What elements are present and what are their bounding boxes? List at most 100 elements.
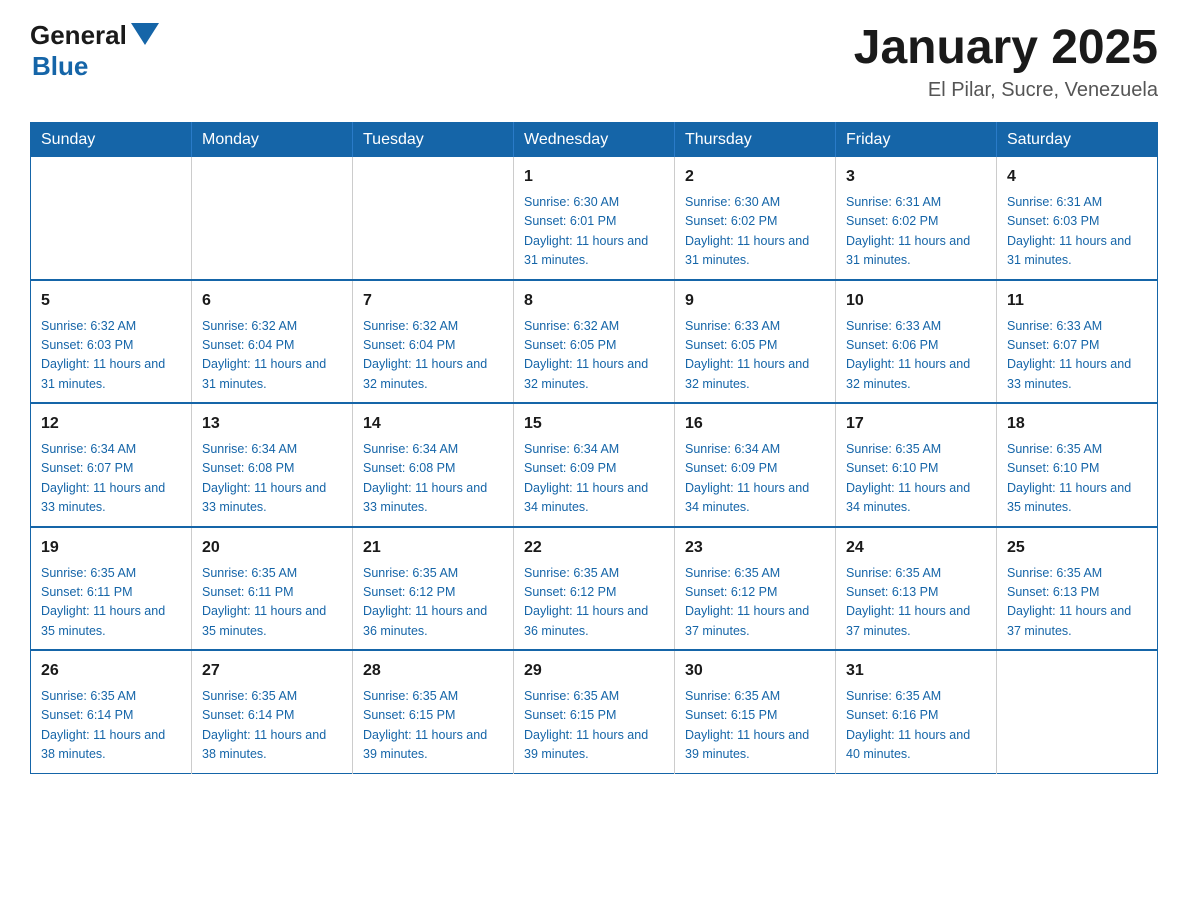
day-info: Sunrise: 6:33 AMSunset: 6:07 PMDaylight:… (1007, 317, 1147, 395)
day-info: Sunrise: 6:35 AMSunset: 6:10 PMDaylight:… (1007, 440, 1147, 518)
calendar-cell: 17 Sunrise: 6:35 AMSunset: 6:10 PMDayligh… (836, 403, 997, 527)
calendar-cell: 30 Sunrise: 6:35 AMSunset: 6:15 PMDayligh… (675, 650, 836, 773)
calendar-cell: 5 Sunrise: 6:32 AMSunset: 6:03 PMDaylight… (31, 280, 192, 404)
location-title: El Pilar, Sucre, Venezuela (854, 79, 1158, 102)
calendar-cell (192, 157, 353, 280)
calendar-cell: 24Sunrise: 6:35 AMSunset: 6:13 PMDayligh… (836, 527, 997, 651)
day-info: Sunrise: 6:32 AMSunset: 6:04 PMDaylight:… (202, 317, 342, 395)
day-number: 9 (685, 289, 825, 313)
logo-blue-text: Blue (32, 51, 159, 82)
day-info: Sunrise: 6:35 AMSunset: 6:14 PMDaylight:… (202, 687, 342, 765)
logo-triangle-icon (131, 23, 159, 45)
day-number: 14 (363, 412, 503, 436)
calendar-header-row: SundayMondayTuesdayWednesdayThursdayFrid… (31, 123, 1158, 158)
day-number: 2 (685, 165, 825, 189)
calendar-cell: 21 Sunrise: 6:35 AMSunset: 6:12 PMDayligh… (353, 527, 514, 651)
logo: General Blue (30, 20, 159, 82)
calendar-cell: 28Sunrise: 6:35 AMSunset: 6:15 PMDayligh… (353, 650, 514, 773)
calendar-cell: 8Sunrise: 6:32 AMSunset: 6:05 PMDaylight… (514, 280, 675, 404)
calendar-week-2: 5 Sunrise: 6:32 AMSunset: 6:03 PMDaylight… (31, 280, 1158, 404)
day-info: Sunrise: 6:35 AMSunset: 6:10 PMDaylight:… (846, 440, 986, 518)
calendar-cell: 19 Sunrise: 6:35 AMSunset: 6:11 PMDayligh… (31, 527, 192, 651)
day-info: Sunrise: 6:35 AMSunset: 6:11 PMDaylight:… (202, 564, 342, 642)
day-info: Sunrise: 6:34 AMSunset: 6:08 PMDaylight:… (202, 440, 342, 518)
day-info: Sunrise: 6:35 AMSunset: 6:15 PMDaylight:… (524, 687, 664, 765)
calendar-cell: 15 Sunrise: 6:34 AMSunset: 6:09 PMDayligh… (514, 403, 675, 527)
day-info: Sunrise: 6:32 AMSunset: 6:04 PMDaylight:… (363, 317, 503, 395)
day-number: 25 (1007, 536, 1147, 560)
day-info: Sunrise: 6:32 AMSunset: 6:03 PMDaylight:… (41, 317, 181, 395)
day-number: 10 (846, 289, 986, 313)
calendar-cell: 25 Sunrise: 6:35 AMSunset: 6:13 PMDayligh… (997, 527, 1158, 651)
calendar-cell (997, 650, 1158, 773)
calendar-week-5: 26 Sunrise: 6:35 AMSunset: 6:14 PMDayligh… (31, 650, 1158, 773)
day-info: Sunrise: 6:35 AMSunset: 6:13 PMDaylight:… (1007, 564, 1147, 642)
day-info: Sunrise: 6:34 AMSunset: 6:09 PMDaylight:… (685, 440, 825, 518)
day-number: 22 (524, 536, 664, 560)
calendar-cell: 20 Sunrise: 6:35 AMSunset: 6:11 PMDayligh… (192, 527, 353, 651)
day-number: 29 (524, 659, 664, 683)
day-info: Sunrise: 6:33 AMSunset: 6:05 PMDaylight:… (685, 317, 825, 395)
calendar-cell: 10 Sunrise: 6:33 AMSunset: 6:06 PMDayligh… (836, 280, 997, 404)
month-title: January 2025 (854, 20, 1158, 75)
day-info: Sunrise: 6:35 AMSunset: 6:15 PMDaylight:… (685, 687, 825, 765)
day-info: Sunrise: 6:35 AMSunset: 6:15 PMDaylight:… (363, 687, 503, 765)
calendar-cell: 11 Sunrise: 6:33 AMSunset: 6:07 PMDayligh… (997, 280, 1158, 404)
calendar-cell: 23 Sunrise: 6:35 AMSunset: 6:12 PMDayligh… (675, 527, 836, 651)
calendar-cell: 6 Sunrise: 6:32 AMSunset: 6:04 PMDaylight… (192, 280, 353, 404)
header-monday: Monday (192, 123, 353, 158)
day-number: 12 (41, 412, 181, 436)
title-section: January 2025 El Pilar, Sucre, Venezuela (854, 20, 1158, 102)
day-number: 24 (846, 536, 986, 560)
day-info: Sunrise: 6:35 AMSunset: 6:12 PMDaylight:… (685, 564, 825, 642)
calendar-table: SundayMondayTuesdayWednesdayThursdayFrid… (30, 122, 1158, 774)
day-number: 19 (41, 536, 181, 560)
header-tuesday: Tuesday (353, 123, 514, 158)
day-number: 13 (202, 412, 342, 436)
day-info: Sunrise: 6:33 AMSunset: 6:06 PMDaylight:… (846, 317, 986, 395)
day-number: 30 (685, 659, 825, 683)
calendar-cell: 2 Sunrise: 6:30 AMSunset: 6:02 PMDaylight… (675, 157, 836, 280)
day-info: Sunrise: 6:35 AMSunset: 6:12 PMDaylight:… (363, 564, 503, 642)
calendar-cell: 1 Sunrise: 6:30 AMSunset: 6:01 PMDaylight… (514, 157, 675, 280)
header-friday: Friday (836, 123, 997, 158)
day-info: Sunrise: 6:35 AMSunset: 6:14 PMDaylight:… (41, 687, 181, 765)
day-number: 1 (524, 165, 664, 189)
calendar-cell (31, 157, 192, 280)
day-info: Sunrise: 6:32 AMSunset: 6:05 PMDaylight:… (524, 317, 664, 395)
header-sunday: Sunday (31, 123, 192, 158)
calendar-cell: 16Sunrise: 6:34 AMSunset: 6:09 PMDayligh… (675, 403, 836, 527)
calendar-cell: 29 Sunrise: 6:35 AMSunset: 6:15 PMDayligh… (514, 650, 675, 773)
calendar-cell: 3Sunrise: 6:31 AMSunset: 6:02 PMDaylight… (836, 157, 997, 280)
day-number: 26 (41, 659, 181, 683)
day-number: 18 (1007, 412, 1147, 436)
day-number: 23 (685, 536, 825, 560)
calendar-cell: 12 Sunrise: 6:34 AMSunset: 6:07 PMDayligh… (31, 403, 192, 527)
day-info: Sunrise: 6:30 AMSunset: 6:01 PMDaylight:… (524, 193, 664, 271)
header-thursday: Thursday (675, 123, 836, 158)
day-info: Sunrise: 6:35 AMSunset: 6:11 PMDaylight:… (41, 564, 181, 642)
calendar-cell: 7 Sunrise: 6:32 AMSunset: 6:04 PMDaylight… (353, 280, 514, 404)
calendar-cell: 26 Sunrise: 6:35 AMSunset: 6:14 PMDayligh… (31, 650, 192, 773)
day-info: Sunrise: 6:34 AMSunset: 6:07 PMDaylight:… (41, 440, 181, 518)
day-info: Sunrise: 6:34 AMSunset: 6:09 PMDaylight:… (524, 440, 664, 518)
day-number: 17 (846, 412, 986, 436)
calendar-week-4: 19 Sunrise: 6:35 AMSunset: 6:11 PMDayligh… (31, 527, 1158, 651)
calendar-cell (353, 157, 514, 280)
day-number: 4 (1007, 165, 1147, 189)
day-number: 7 (363, 289, 503, 313)
calendar-cell: 22Sunrise: 6:35 AMSunset: 6:12 PMDayligh… (514, 527, 675, 651)
day-number: 6 (202, 289, 342, 313)
day-number: 15 (524, 412, 664, 436)
calendar-cell: 31Sunrise: 6:35 AMSunset: 6:16 PMDayligh… (836, 650, 997, 773)
day-number: 21 (363, 536, 503, 560)
calendar-cell: 27Sunrise: 6:35 AMSunset: 6:14 PMDayligh… (192, 650, 353, 773)
day-number: 11 (1007, 289, 1147, 313)
day-number: 5 (41, 289, 181, 313)
day-number: 20 (202, 536, 342, 560)
calendar-week-1: 1 Sunrise: 6:30 AMSunset: 6:01 PMDaylight… (31, 157, 1158, 280)
calendar-cell: 18 Sunrise: 6:35 AMSunset: 6:10 PMDayligh… (997, 403, 1158, 527)
calendar-cell: 13 Sunrise: 6:34 AMSunset: 6:08 PMDayligh… (192, 403, 353, 527)
day-info: Sunrise: 6:35 AMSunset: 6:16 PMDaylight:… (846, 687, 986, 765)
day-info: Sunrise: 6:30 AMSunset: 6:02 PMDaylight:… (685, 193, 825, 271)
